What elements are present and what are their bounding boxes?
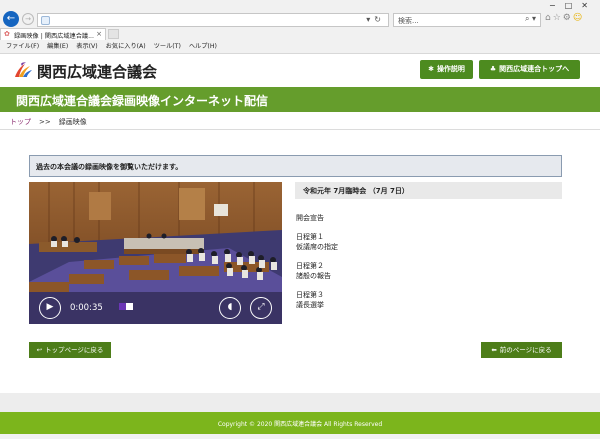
agenda-line: 仮議席の指定 bbox=[296, 243, 338, 251]
feedback-smiley-icon[interactable]: ☺ bbox=[573, 13, 584, 23]
page-banner: 関西広域連合議会録画映像インターネット配信 bbox=[0, 87, 600, 112]
back-to-top-button[interactable]: ↩ トップページに戻る bbox=[29, 342, 111, 358]
back-to-previous-button[interactable]: ⬅ 前のページに戻る bbox=[481, 342, 562, 358]
menu-bar: ファイル(F) 編集(E) 表示(V) お気に入り(A) ツール(T) ヘルプ(H) bbox=[0, 41, 225, 53]
agenda-list: 開会宣告 日程第１ 仮議席の指定 日程第２ 諸般の報告 日程第３ 議長選挙 bbox=[296, 213, 546, 319]
browser-search-input[interactable]: 検索... ⌕ ▾ bbox=[393, 13, 541, 27]
player-controls: ▶ 0:00:35 ◖ ⤢ bbox=[29, 292, 282, 324]
breadcrumb-separator: >> bbox=[39, 118, 51, 126]
settings-gear-icon[interactable]: ⚙ bbox=[563, 13, 573, 23]
site-favicon-icon bbox=[41, 16, 50, 25]
new-tab-button[interactable] bbox=[108, 29, 119, 39]
breadcrumb: トップ >> 録画映像 bbox=[10, 117, 87, 127]
menu-help[interactable]: ヘルプ(H) bbox=[189, 41, 217, 53]
page-title: 関西広域連合議会録画映像インターネット配信 bbox=[16, 94, 269, 108]
browser-status-strip bbox=[0, 434, 600, 439]
volume-icon[interactable]: ◖ bbox=[219, 297, 241, 319]
close-window-icon[interactable]: ✕ bbox=[581, 1, 597, 10]
how-to-button[interactable]: ✱ 操作説明 bbox=[420, 60, 473, 79]
agenda-item[interactable]: 日程第１ 仮議席の指定 bbox=[296, 232, 546, 252]
return-arrow-icon: ↩ bbox=[36, 346, 43, 354]
back-to-top-label: トップページに戻る bbox=[45, 346, 104, 354]
tab-favicon-icon: ✿ bbox=[4, 30, 10, 38]
window-controls[interactable]: −□✕ bbox=[549, 1, 597, 10]
union-logo-icon bbox=[15, 62, 32, 77]
back-to-previous-label: 前のページに戻る bbox=[499, 346, 552, 354]
breadcrumb-current: 録画映像 bbox=[58, 118, 87, 126]
site-logo[interactable]: 関西広域連合議会 bbox=[13, 61, 157, 81]
toolbar-icons[interactable]: ⌂☆⚙☺ bbox=[545, 13, 584, 23]
address-bar[interactable]: ▾↻ bbox=[37, 13, 389, 27]
agenda-line: 議長選挙 bbox=[296, 301, 324, 309]
agenda-line: 開会宣告 bbox=[296, 214, 324, 222]
site-footer: Copyright © 2020 関西広域連合議会 All Rights Res… bbox=[0, 412, 600, 434]
left-arrow-icon: ⬅ bbox=[491, 346, 497, 354]
agenda-item[interactable]: 日程第２ 諸般の報告 bbox=[296, 261, 546, 281]
agenda-line: 日程第３ bbox=[296, 291, 324, 299]
union-top-button[interactable]: ♣ 関西広域連合トップへ bbox=[479, 60, 580, 79]
tab-title: 録画映像 | 関西広域連合議... bbox=[14, 33, 94, 40]
agenda-line: 日程第１ bbox=[296, 233, 324, 241]
menu-edit[interactable]: 編集(E) bbox=[47, 41, 68, 53]
agenda-item[interactable]: 日程第３ 議長選挙 bbox=[296, 290, 546, 310]
copyright-text: Copyright © 2020 関西広域連合議会 All Rights Res… bbox=[217, 421, 383, 428]
gear-icon: ✱ bbox=[428, 65, 434, 73]
browser-chrome: ← → ▾↻ 検索... ⌕ ▾ ⌂☆⚙☺ −□✕ ✿ 録画映像 | 関西広域連… bbox=[0, 0, 600, 54]
menu-view[interactable]: 表示(V) bbox=[76, 41, 97, 53]
tab-close-icon[interactable]: × bbox=[96, 30, 102, 38]
playback-time: 0:00:35 bbox=[70, 303, 103, 313]
video-player[interactable]: ▶ 0:00:35 ◖ ⤢ bbox=[29, 182, 282, 324]
org-chart-icon: ♣ bbox=[489, 65, 497, 73]
menu-favorites[interactable]: お気に入り(A) bbox=[106, 41, 146, 53]
home-icon[interactable]: ⌂ bbox=[545, 13, 553, 23]
forward-arrow-icon[interactable]: → bbox=[22, 13, 34, 25]
progress-knob[interactable] bbox=[126, 303, 133, 310]
agenda-line: 諸般の報告 bbox=[296, 272, 331, 280]
browser-tab[interactable]: ✿ 録画映像 | 関西広域連合議... × bbox=[0, 28, 106, 40]
minimize-icon[interactable]: − bbox=[549, 1, 565, 10]
agenda-item[interactable]: 開会宣告 bbox=[296, 213, 546, 223]
back-arrow-icon[interactable]: ← bbox=[3, 11, 19, 27]
notice-text: 過去の本会議の録画映像を御覧いただけます。 bbox=[36, 163, 183, 171]
site-name: 関西広域連合議会 bbox=[37, 63, 158, 81]
session-title: 令和元年 7月臨時会 （7月 7日） bbox=[303, 187, 409, 195]
maximize-icon[interactable]: □ bbox=[565, 1, 582, 10]
favorites-star-icon[interactable]: ☆ bbox=[553, 13, 563, 23]
address-tools[interactable]: ▾↻ bbox=[366, 15, 385, 24]
fullscreen-icon[interactable]: ⤢ bbox=[250, 297, 272, 319]
menu-tools[interactable]: ツール(T) bbox=[154, 41, 181, 53]
notice-box: 過去の本会議の録画映像を御覧いただけます。 bbox=[29, 155, 562, 177]
union-top-label: 関西広域連合トップへ bbox=[499, 65, 570, 73]
search-placeholder: 検索... bbox=[398, 17, 419, 25]
search-icon[interactable]: ⌕ ▾ bbox=[525, 14, 536, 24]
footer-band bbox=[0, 393, 600, 412]
menu-file[interactable]: ファイル(F) bbox=[6, 41, 39, 53]
site-header: 関西広域連合議会 ✱ 操作説明 ♣ 関西広域連合トップへ bbox=[0, 54, 600, 87]
progress-bar[interactable] bbox=[119, 303, 133, 310]
play-icon[interactable]: ▶ bbox=[39, 297, 61, 319]
progress-fill bbox=[119, 303, 126, 310]
breadcrumb-divider bbox=[0, 129, 600, 130]
session-heading: 令和元年 7月臨時会 （7月 7日） bbox=[295, 182, 562, 199]
agenda-line: 日程第２ bbox=[296, 262, 324, 270]
how-to-label: 操作説明 bbox=[436, 65, 465, 73]
breadcrumb-home-link[interactable]: トップ bbox=[10, 118, 31, 126]
